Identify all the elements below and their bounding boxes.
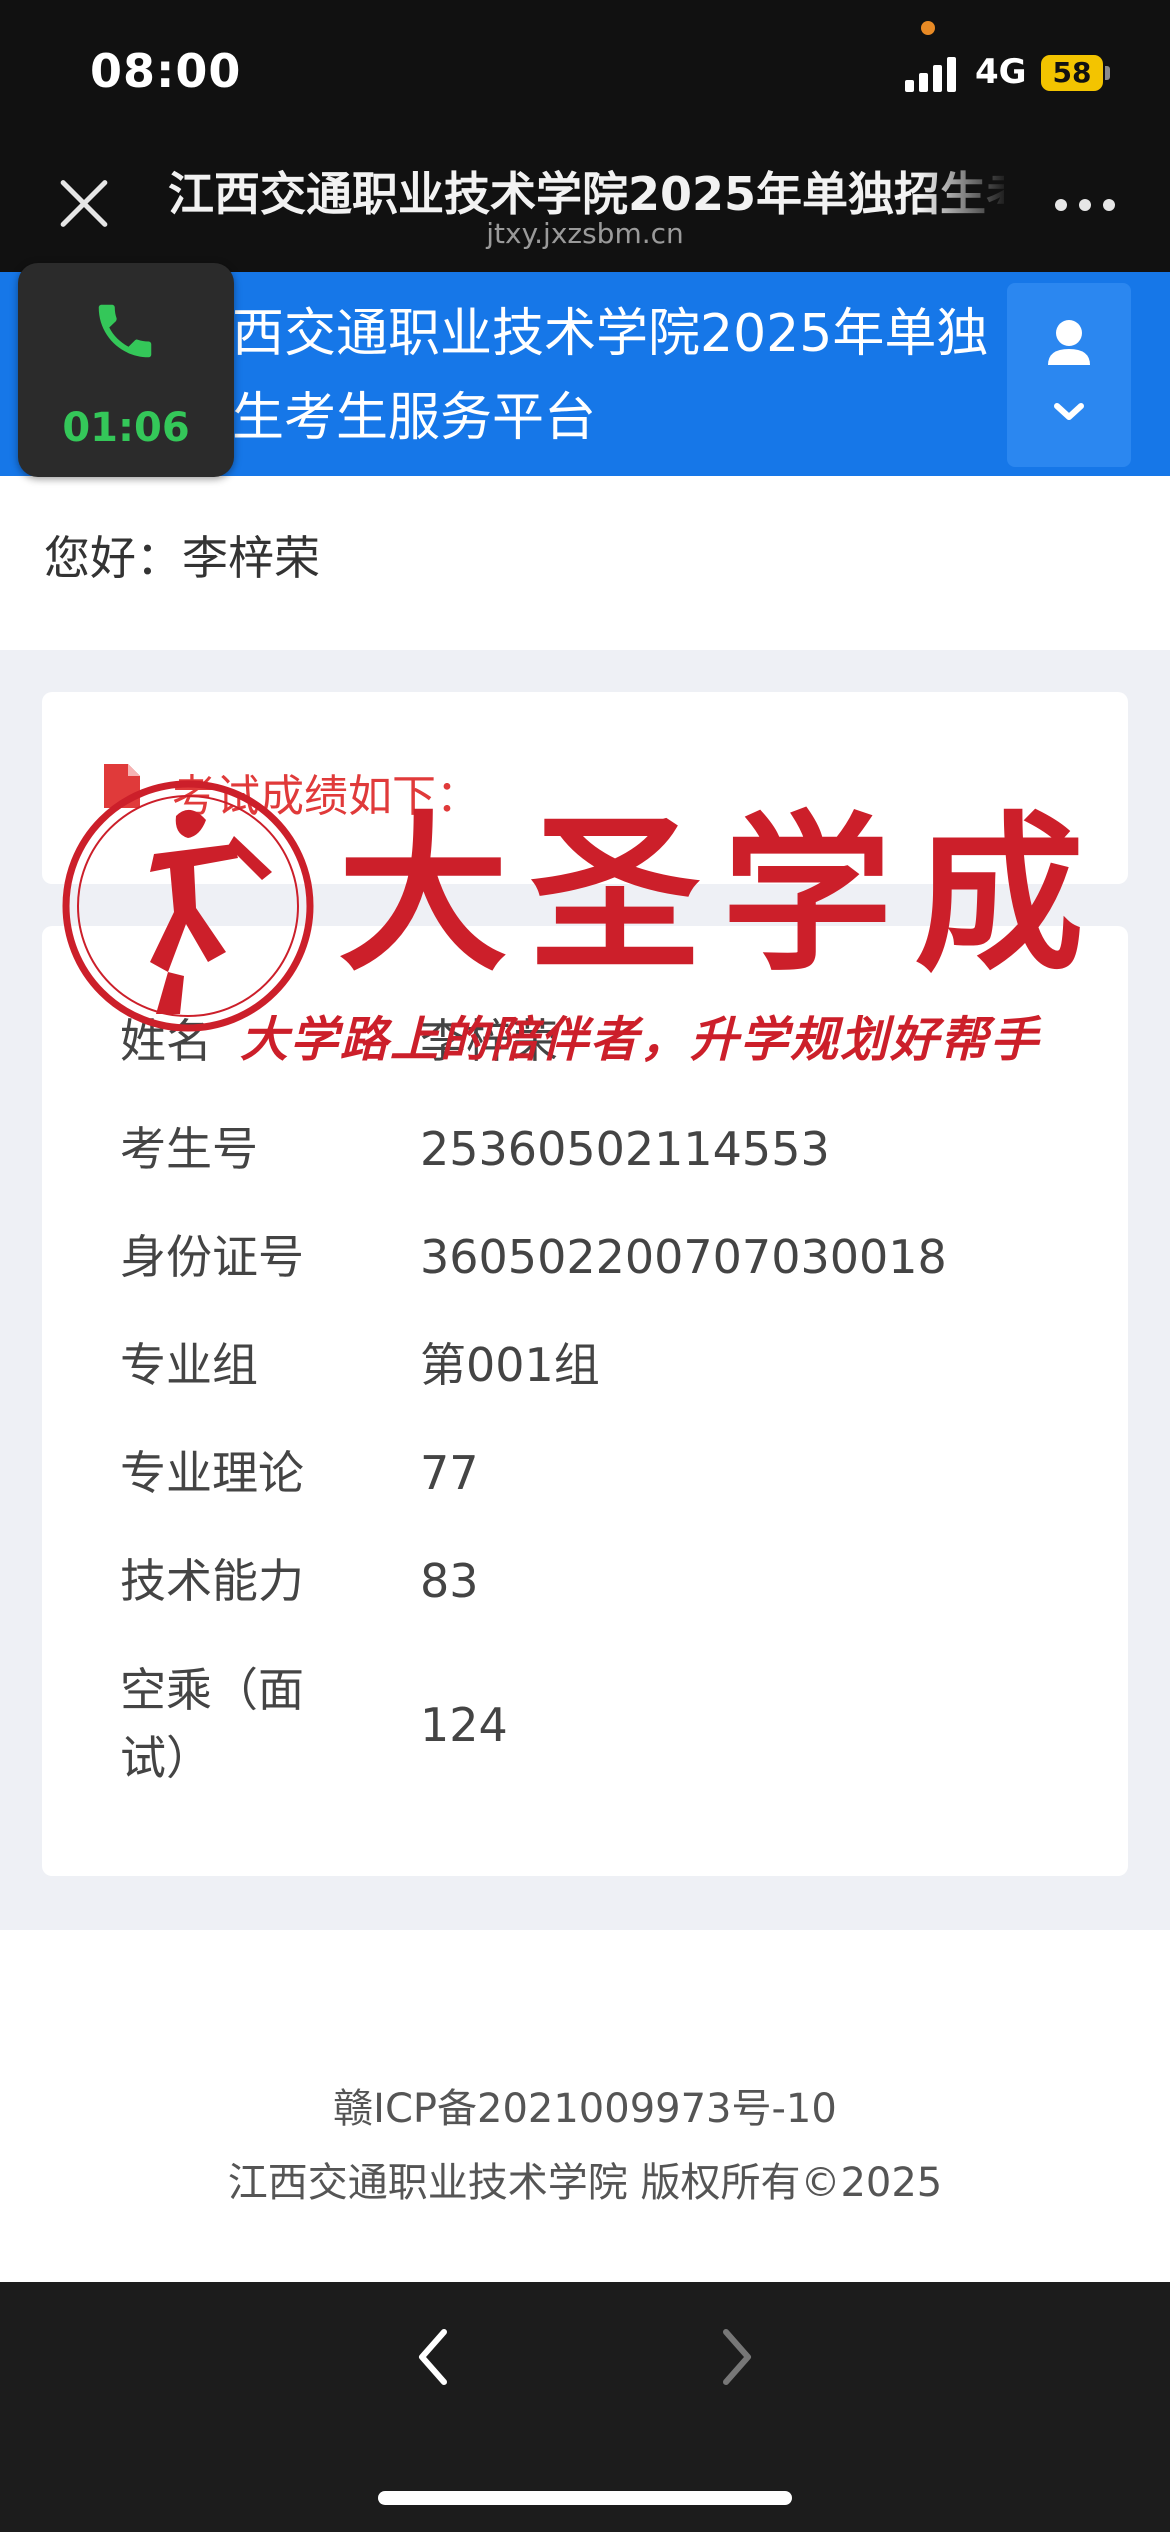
greeting-name: 李梓荣: [182, 531, 320, 585]
chevron-right-icon[interactable]: [706, 2322, 766, 2392]
site-title: 江西交通职业技术学院2025年单独招生考生服务平台: [180, 304, 989, 448]
battery-tip: [1105, 66, 1110, 80]
row-value-id-number: 360502200707030018: [420, 1230, 947, 1284]
watermark-seal-logo: [62, 780, 314, 1032]
row-value-interview: 124: [420, 1698, 508, 1752]
row-label-exam-id: 考生号: [120, 1122, 258, 1176]
browser-title: 江西交通职业技术学院2025年单独招生考生服务平台: [168, 158, 1004, 220]
watermark-brand: 大圣学成: [338, 795, 1107, 995]
row-label-skill: 技术能力: [120, 1554, 304, 1608]
row-label-id-number: 身份证号: [120, 1230, 304, 1284]
row-value-theory: 77: [420, 1446, 479, 1500]
browser-domain: jtxy.jxzsbm.cn: [486, 217, 684, 250]
battery-icon: 58: [1041, 55, 1103, 91]
home-indicator[interactable]: [378, 2491, 792, 2505]
browser-title-text: 江西交通职业技术学院2025年单独招生考生服务平台: [168, 167, 1004, 220]
chevron-left-icon[interactable]: [404, 2322, 464, 2392]
user-menu-button[interactable]: [1007, 283, 1131, 467]
more-dots-icon[interactable]: [1055, 199, 1115, 215]
phone-icon: [98, 304, 152, 358]
row-label-major-group: 专业组: [120, 1338, 258, 1392]
row-value-skill: 83: [420, 1554, 479, 1608]
row-value-major-group: 第001组: [420, 1338, 600, 1392]
footer-copyright: 江西交通职业技术学院 版权所有©2025: [227, 2160, 943, 2206]
call-duration: 01:06: [62, 405, 190, 451]
watermark-slogan: 大学路上的陪伴者，升学规划好帮手: [240, 1012, 1041, 1068]
row-label-interview: 空乘（面试）: [120, 1663, 304, 1785]
privacy-indicator-dot: [921, 21, 935, 35]
status-time: 08:00: [90, 44, 242, 98]
chevron-down-icon: [1054, 403, 1084, 420]
row-label-theory: 专业理论: [120, 1446, 304, 1500]
row-value-exam-id: 25360502114553: [420, 1122, 830, 1176]
signal-icon: [905, 56, 961, 92]
footer-icp[interactable]: 赣ICP备2021009973号-10: [0, 2076, 1170, 2134]
title-fade: [920, 158, 1010, 220]
greeting-label: 您好：: [44, 531, 182, 585]
network-type: 4G: [975, 52, 1027, 92]
greeting: 您好：李梓荣: [44, 522, 320, 588]
